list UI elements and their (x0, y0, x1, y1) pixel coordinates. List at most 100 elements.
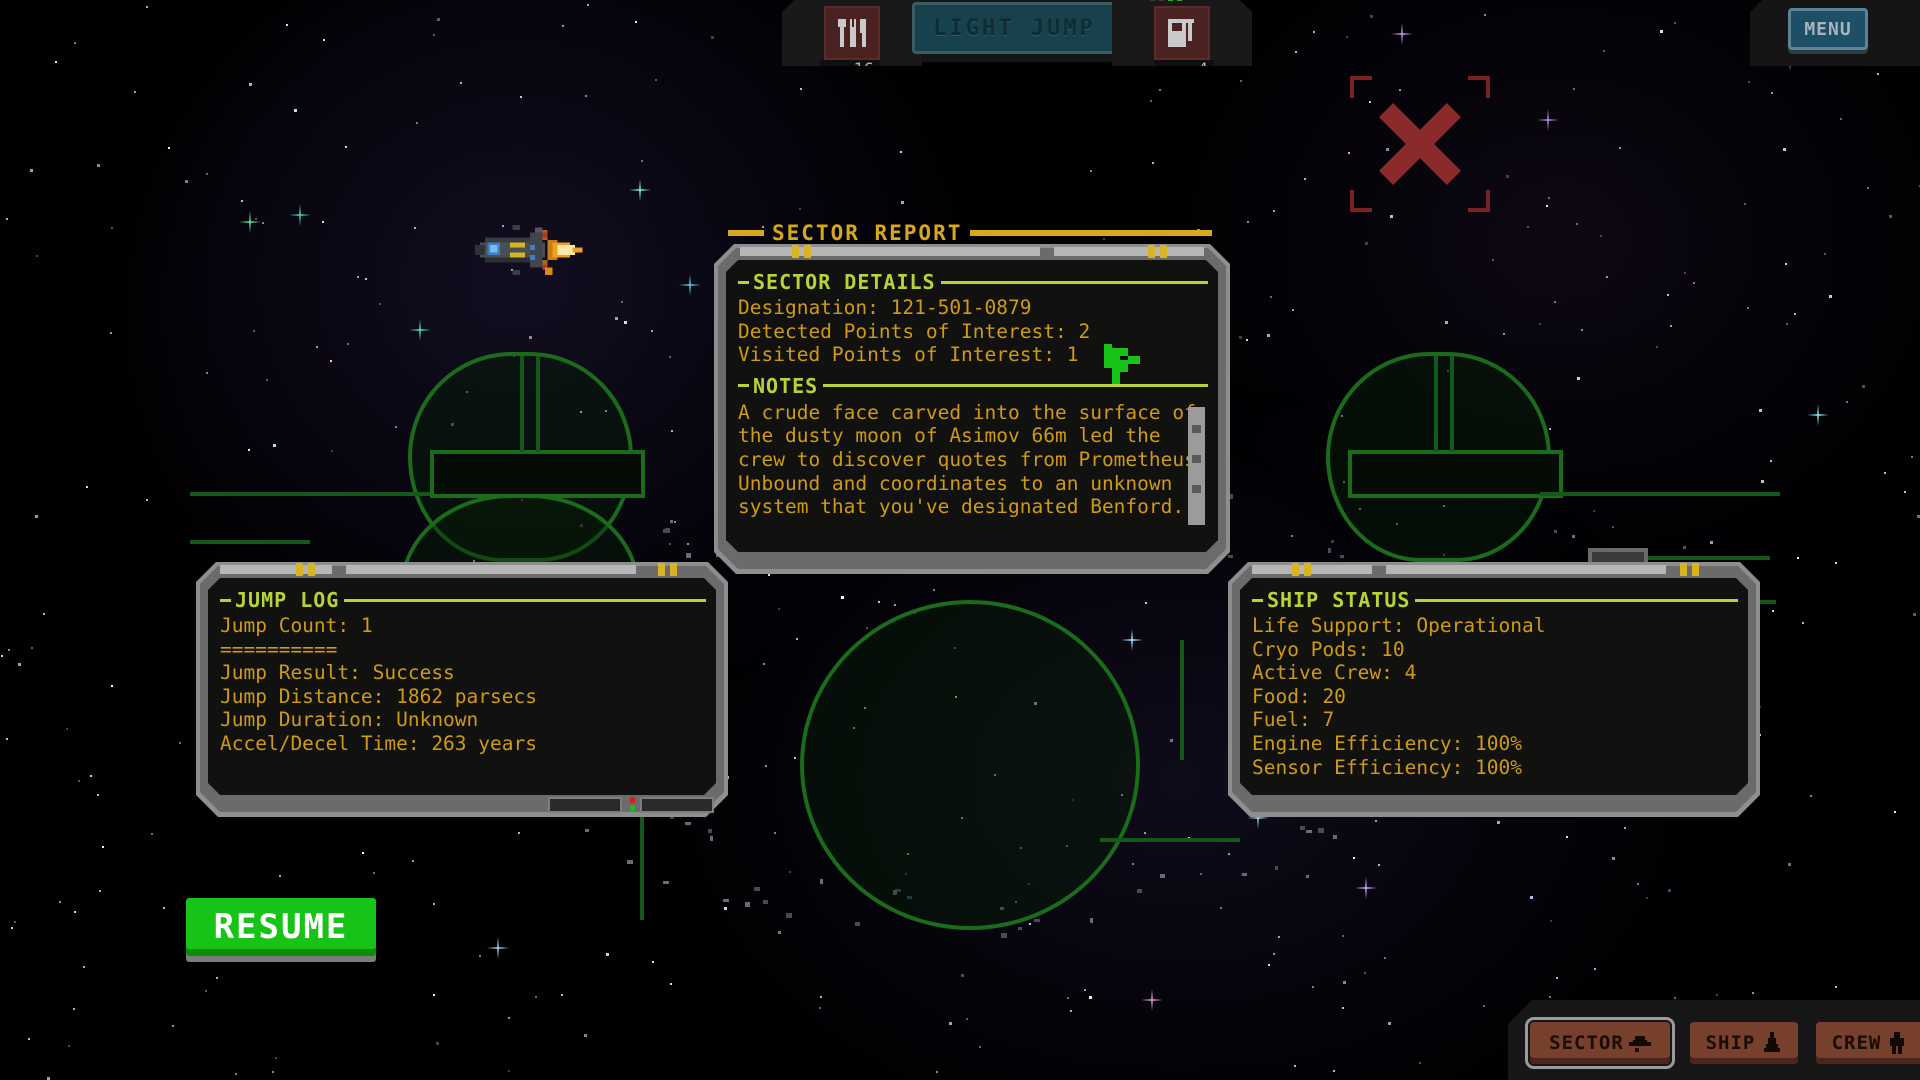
star (179, 742, 181, 744)
notes-scrollbar-thumb[interactable] (1188, 407, 1205, 525)
star (1593, 510, 1595, 512)
star (1152, 162, 1154, 164)
utensils-icon (824, 6, 880, 60)
star (1674, 997, 1676, 999)
asteroid-speck (708, 829, 712, 833)
jump-log-panel: JUMP LOG Jump Count: 1 ========== Jump R… (196, 562, 728, 817)
star (1894, 811, 1896, 813)
star (55, 61, 57, 63)
star (1612, 857, 1615, 860)
tab-ship[interactable]: SHIP (1690, 1022, 1798, 1064)
jump-log-line: ========== (220, 637, 338, 661)
star (1084, 989, 1086, 991)
star (1170, 739, 1173, 742)
sector-report-panel: SECTOR DETAILS Designation: 121-501-0879… (714, 244, 1230, 574)
person-icon (1886, 1032, 1908, 1054)
notes-body: A crude face carved into the surface of … (738, 401, 1208, 519)
star (1573, 88, 1575, 90)
star (1600, 235, 1602, 237)
star-sparkle (629, 179, 651, 201)
star (1824, 253, 1826, 255)
star (669, 543, 671, 545)
star (1399, 89, 1401, 91)
light-jump-button[interactable]: LIGHT JUMP (912, 2, 1117, 54)
star (43, 613, 45, 615)
asteroid-speck (1242, 873, 1247, 876)
asteroid-speck (1230, 494, 1233, 499)
asteroid-speck (663, 529, 666, 533)
star (146, 499, 148, 501)
star (1343, 981, 1346, 984)
star (1783, 148, 1786, 151)
star (1144, 832, 1146, 834)
star (1273, 953, 1275, 955)
star (1503, 333, 1505, 335)
star (433, 34, 435, 36)
ship-status-line: Cryo Pods: 10 (1252, 637, 1405, 661)
star (1752, 992, 1754, 994)
hud-status-leds (1150, 0, 1182, 1)
star (768, 574, 770, 576)
header-dash-icon (1252, 599, 1263, 602)
ship-status-lines: Life Support: Operational Cryo Pods: 10 … (1252, 614, 1738, 779)
star (1313, 31, 1315, 33)
star (134, 91, 136, 93)
star (1884, 472, 1886, 474)
star (275, 1057, 277, 1059)
star (1556, 977, 1558, 979)
star (655, 79, 657, 81)
star (1554, 301, 1556, 303)
jump-log-line: Jump Result: Success (220, 661, 455, 685)
star (1364, 972, 1366, 974)
star (1530, 896, 1533, 899)
star (74, 42, 76, 44)
asteroid-speck (685, 822, 691, 825)
star (331, 450, 333, 452)
star (1492, 259, 1494, 261)
star (1772, 610, 1774, 612)
star (1603, 50, 1605, 52)
star (933, 589, 935, 591)
asteroid-speck (1306, 830, 1312, 833)
star (1693, 282, 1695, 284)
ship-status-header: SHIP STATUS (1252, 588, 1738, 612)
game-screen: 16 LIGHT JUMP 4 MENU SECTOR REPORT SECTO… (0, 0, 1920, 1080)
star (1759, 409, 1762, 412)
star (322, 221, 324, 223)
menu-button[interactable]: MENU (1788, 8, 1868, 50)
star (1771, 92, 1773, 94)
star (508, 1017, 510, 1019)
star (1089, 996, 1092, 999)
star (1747, 307, 1749, 309)
star (97, 794, 99, 796)
star (1684, 272, 1686, 274)
asteroid-speck (663, 881, 669, 884)
asteroid-speck (585, 829, 589, 832)
star (1802, 622, 1804, 624)
star (1748, 81, 1750, 83)
tab-sector[interactable]: SECTOR (1525, 1017, 1675, 1069)
star (1, 655, 3, 657)
star (1506, 175, 1509, 178)
star (561, 994, 563, 996)
star (1619, 147, 1621, 149)
sector-report-banner: SECTOR REPORT (728, 221, 1212, 245)
star (1247, 221, 1249, 223)
asteroid-speck (1318, 828, 1324, 833)
star (163, 907, 165, 909)
header-rule (941, 281, 1208, 284)
star (819, 1007, 821, 1009)
star (624, 321, 627, 324)
asteroid-speck (1275, 866, 1278, 870)
star-sparkle (409, 319, 431, 341)
notes-scrollbar[interactable] (1188, 407, 1205, 515)
star (1419, 1062, 1421, 1064)
star (330, 360, 332, 362)
star (1797, 557, 1799, 559)
star (1346, 36, 1348, 38)
resume-button[interactable]: RESUME (186, 898, 376, 956)
star (111, 227, 113, 229)
star (365, 278, 367, 280)
tab-crew[interactable]: CREW (1816, 1022, 1920, 1064)
asteroid-speck (627, 860, 633, 864)
